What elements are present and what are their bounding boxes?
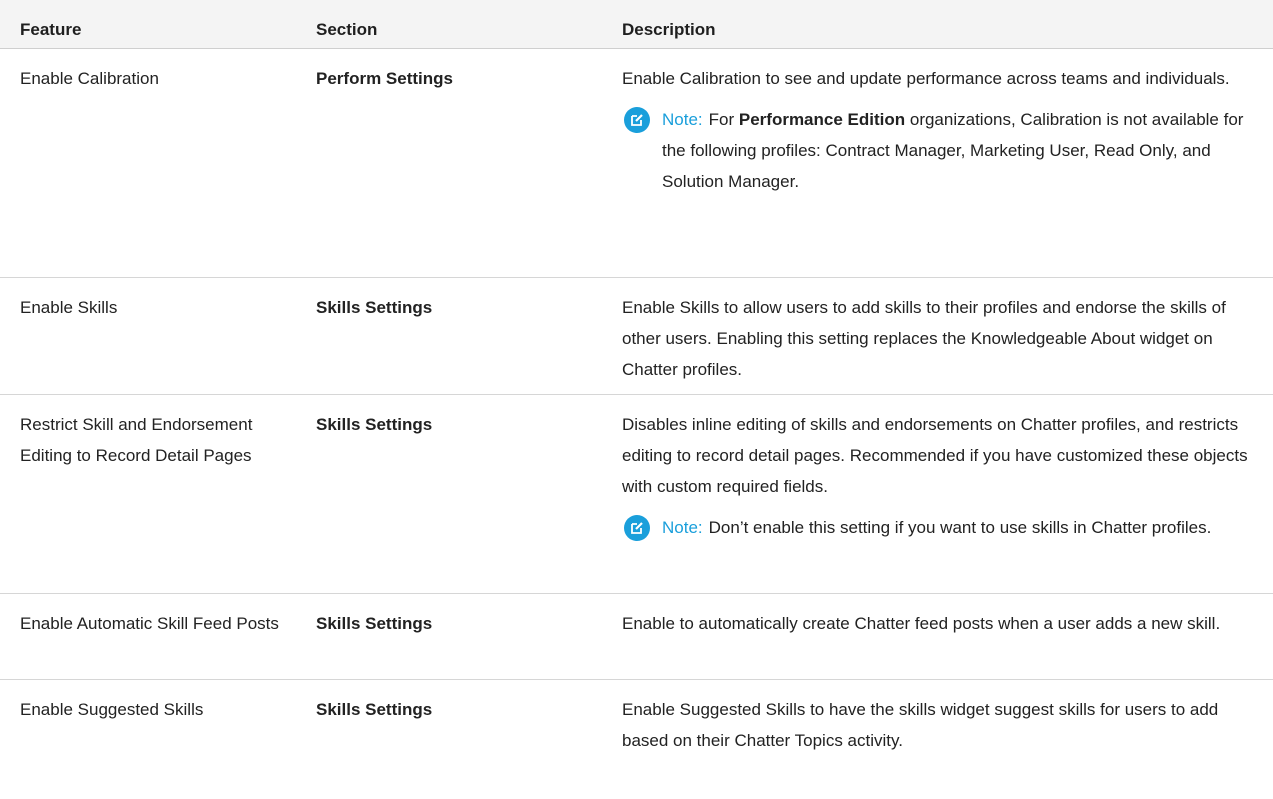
feature-cell: Enable Suggested Skills <box>20 700 204 719</box>
note-text-bold: Performance Edition <box>738 110 906 129</box>
description-text: Disables inline editing of skills and en… <box>622 415 1248 496</box>
description-text: Enable Calibration to see and update per… <box>622 69 1230 88</box>
note-label: Note: <box>662 518 703 537</box>
column-header-description: Description <box>622 20 716 39</box>
description-cell: Disables inline editing of skills and en… <box>608 395 1273 593</box>
feature-cell: Restrict Skill and Endorsement Editing t… <box>20 415 253 465</box>
settings-table: Feature Section Description Enable Calib… <box>0 0 1273 799</box>
note-box: Note: For Performance Edition organizatio… <box>622 104 1253 197</box>
section-cell: Skills Settings <box>316 298 433 317</box>
description-cell: Enable Calibration to see and update per… <box>608 49 1273 277</box>
feature-cell: Enable Automatic Skill Feed Posts <box>20 614 279 633</box>
note-text: Note: Don’t enable this setting if you wa… <box>662 512 1253 543</box>
note-box: Note: Don’t enable this setting if you wa… <box>622 512 1253 543</box>
feature-cell: Enable Calibration <box>20 69 159 88</box>
column-header-feature: Feature <box>20 20 82 39</box>
note-text-body: Don’t enable this setting if you want to… <box>708 518 1212 537</box>
table-row: Restrict Skill and Endorsement Editing t… <box>0 395 1273 594</box>
section-cell: Perform Settings <box>316 69 453 88</box>
description-text: Enable to automatically create Chatter f… <box>622 614 1221 633</box>
description-text: Enable Skills to allow users to add skil… <box>622 298 1226 379</box>
table-header: Feature Section Description <box>0 0 1273 49</box>
section-cell: Skills Settings <box>316 700 433 719</box>
feature-cell: Enable Skills <box>20 298 118 317</box>
section-cell: Skills Settings <box>316 614 433 633</box>
description-cell: Enable to automatically create Chatter f… <box>608 594 1273 679</box>
note-text-pre: For <box>708 110 739 129</box>
table-row: Enable Suggested Skills Skills Settings … <box>0 680 1273 799</box>
column-header-section: Section <box>316 20 378 39</box>
note-label: Note: <box>662 110 703 129</box>
table-row: Enable Skills Skills Settings Enable Ski… <box>0 278 1273 395</box>
description-cell: Enable Suggested Skills to have the skil… <box>608 680 1273 799</box>
table-row: Enable Calibration Perform Settings Enab… <box>0 49 1273 278</box>
edit-note-icon <box>624 515 650 541</box>
table-row: Enable Automatic Skill Feed Posts Skills… <box>0 594 1273 680</box>
section-cell: Skills Settings <box>316 415 433 434</box>
description-cell: Enable Skills to allow users to add skil… <box>608 278 1273 394</box>
edit-note-icon <box>624 107 650 133</box>
note-text: Note: For Performance Edition organizatio… <box>662 104 1253 197</box>
description-text: Enable Suggested Skills to have the skil… <box>622 700 1219 750</box>
